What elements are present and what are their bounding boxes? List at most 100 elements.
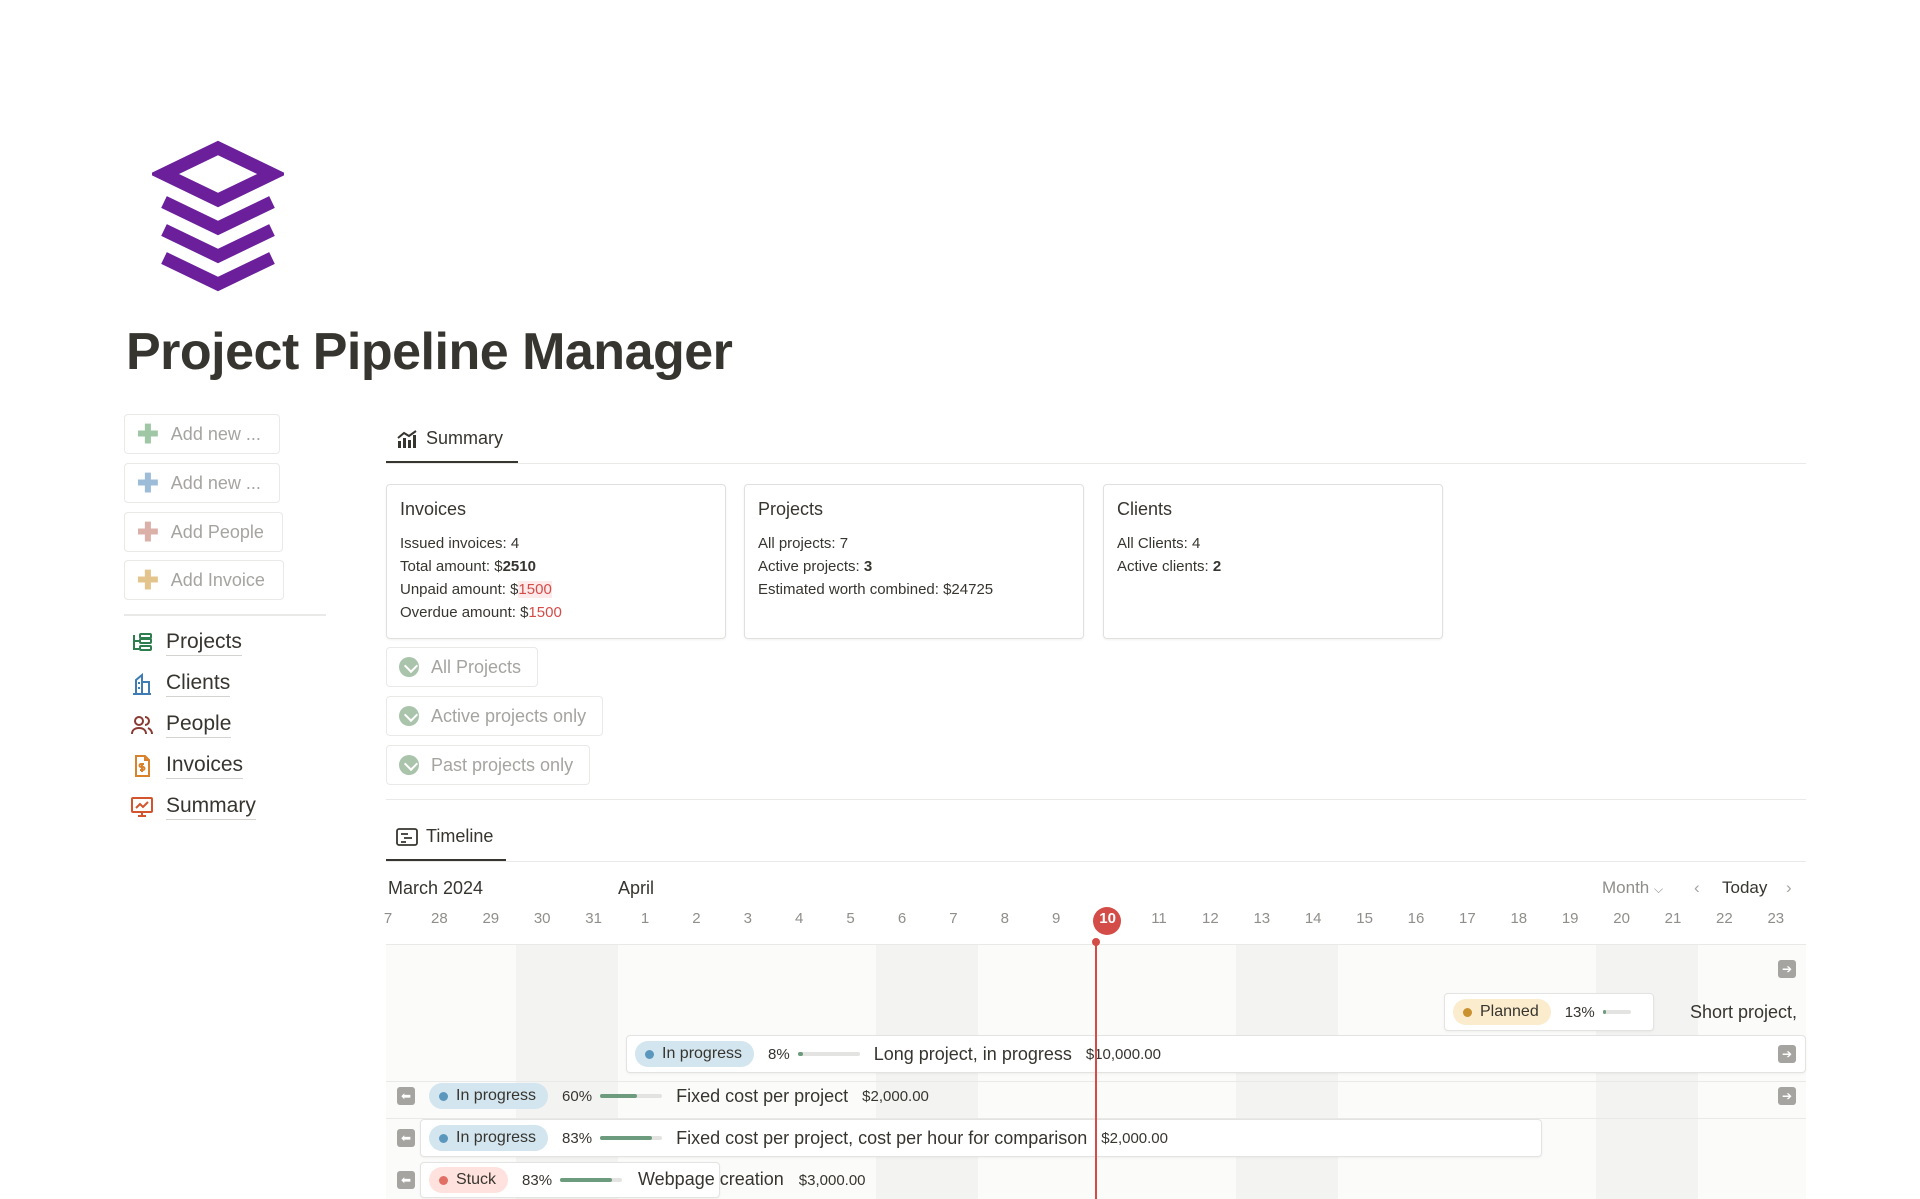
day-label: 22 (1716, 910, 1733, 927)
nav-clients[interactable]: Clients (130, 671, 231, 697)
day-label: 14 (1304, 910, 1322, 927)
status-badge: In progress (635, 1041, 755, 1067)
status-badge: Planned (1453, 999, 1551, 1025)
arrow-left-icon[interactable]: ⬅ (397, 1129, 415, 1147)
plus-icon: ✚ (137, 565, 159, 595)
arrow-right-icon[interactable]: ➔ (1778, 960, 1796, 978)
total-amount: Total amount: $2510 (400, 558, 536, 575)
progress-percent: 13% (1564, 1003, 1595, 1021)
tab-timeline[interactable]: Timeline (396, 826, 493, 847)
projects-icon (133, 633, 152, 651)
day-label: 29 (482, 910, 500, 927)
day-label: 30 (533, 910, 551, 927)
day-label: 9 (1052, 910, 1061, 927)
project-name: Fixed cost per project, cost per hour fo… (676, 1127, 1088, 1148)
clients-card: Clients All Clients: 4 Active clients: 2 (1103, 484, 1443, 639)
day-label: 18 (1510, 910, 1528, 927)
card-title: Projects (758, 499, 824, 519)
today-button[interactable]: Today (1722, 878, 1767, 898)
nav-projects[interactable]: Projects (130, 630, 242, 656)
timeline-item[interactable]: Planned 13% (1444, 993, 1654, 1031)
progress-percent: 83% (562, 1129, 593, 1147)
timeline-item[interactable]: In progress 60% Fixed cost per project $… (420, 1077, 1806, 1115)
project-amount: $2,000.00 (1101, 1129, 1168, 1147)
estimated-worth: Estimated worth combined: $24725 (758, 581, 994, 598)
day-label: 5 (846, 910, 855, 927)
tab-divider (386, 463, 1806, 464)
today-dot (1092, 938, 1100, 946)
add-new-button-2[interactable]: ✚ Add new ... (124, 463, 280, 503)
status-badge: In progress (429, 1083, 549, 1109)
nav-people[interactable]: People (130, 712, 232, 738)
progress-percent: 8% (768, 1045, 790, 1063)
day-label: 11 (1151, 910, 1167, 927)
progress-percent: 60% (562, 1087, 593, 1105)
nav-summary[interactable]: Summary (130, 794, 256, 820)
plus-icon: ✚ (137, 419, 159, 449)
active-projects: Active projects: 3 (758, 558, 873, 575)
invoice-icon (135, 755, 150, 777)
progress-bar (600, 1136, 663, 1140)
chevron-down-icon: ⌵ (1653, 882, 1664, 896)
progress-bar (1602, 1010, 1631, 1014)
arrow-right-icon[interactable]: ➔ (1778, 1045, 1796, 1063)
nav-invoices[interactable]: Invoices (130, 753, 244, 779)
month-label-march: March 2024 (388, 878, 484, 898)
progress-bar (600, 1094, 663, 1098)
active-projects-button[interactable]: Active projects only (386, 696, 604, 736)
issued-invoices: Issued invoices: 4 (400, 535, 520, 552)
month-label-april: April (618, 878, 655, 898)
day-label: 1 (640, 910, 650, 927)
project-name: Webpage creation $3,000.00 (638, 1169, 866, 1189)
arrow-down-circle-icon (399, 706, 419, 726)
day-label: 15 (1356, 910, 1373, 927)
arrow-right-icon[interactable]: ➔ (1778, 1087, 1796, 1105)
timeline-item[interactable]: In progress 83% Fixed cost per project, … (420, 1119, 1542, 1157)
past-projects-button[interactable]: Past projects only (386, 745, 591, 785)
day-label: 17 (1459, 910, 1476, 927)
weekend-shade (516, 945, 618, 1199)
day-label: 23 (1767, 910, 1785, 927)
project-name: Long project, in progress (873, 1043, 1072, 1064)
day-label: 28 (431, 910, 448, 927)
prev-icon[interactable]: ‹ (1694, 878, 1700, 898)
day-label: 13 (1253, 910, 1271, 927)
timeline-item[interactable]: In progress 8% Long project, in progress… (626, 1035, 1806, 1073)
arrow-left-icon[interactable]: ⬅ (397, 1087, 415, 1105)
arrow-left-circle-icon (399, 755, 419, 775)
all-projects-button[interactable]: All Projects (386, 647, 539, 687)
progress-percent: 83% (522, 1171, 553, 1189)
building-icon (133, 672, 151, 695)
day-label: 20 (1613, 910, 1630, 927)
filter-icon (399, 657, 419, 677)
add-new-button[interactable]: ✚ Add new ... (124, 414, 280, 454)
progress-bar (797, 1052, 860, 1056)
day-label: 10 (1099, 910, 1116, 927)
project-amount: $2,000.00 (862, 1087, 929, 1105)
divider (124, 614, 326, 616)
add-people-button[interactable]: ✚ Add People (124, 512, 283, 552)
arrow-left-icon[interactable]: ⬅ (397, 1171, 415, 1189)
day-label: 2 (692, 910, 701, 927)
add-invoice-button[interactable]: ✚ Add Invoice (124, 560, 284, 600)
day-label: 21 (1664, 910, 1682, 927)
day-label: 7 (949, 910, 958, 927)
overdue-amount: Overdue amount: $1500 (400, 604, 562, 621)
plus-icon: ✚ (137, 468, 159, 498)
day-label: 7 (383, 910, 393, 927)
day-label: 3 (743, 910, 752, 927)
day-label: 8 (1000, 910, 1009, 927)
tab-summary[interactable]: Summary (396, 428, 503, 449)
project-name: Short project, (1690, 1002, 1798, 1022)
people-icon (131, 716, 153, 735)
invoices-card: Invoices Issued invoices: 4 Total amount… (386, 484, 726, 639)
next-icon[interactable]: › (1786, 878, 1792, 898)
active-clients: Active clients: 2 (1117, 558, 1222, 575)
day-label: 31 (585, 910, 602, 927)
today-line (1095, 942, 1097, 1199)
projects-card: Projects All projects: 7 Active projects… (744, 484, 1084, 639)
plus-icon: ✚ (137, 517, 159, 547)
card-title: Invoices (400, 499, 467, 519)
all-clients: All Clients: 4 (1117, 535, 1201, 552)
view-select[interactable]: Month ⌵ (1602, 878, 1663, 898)
